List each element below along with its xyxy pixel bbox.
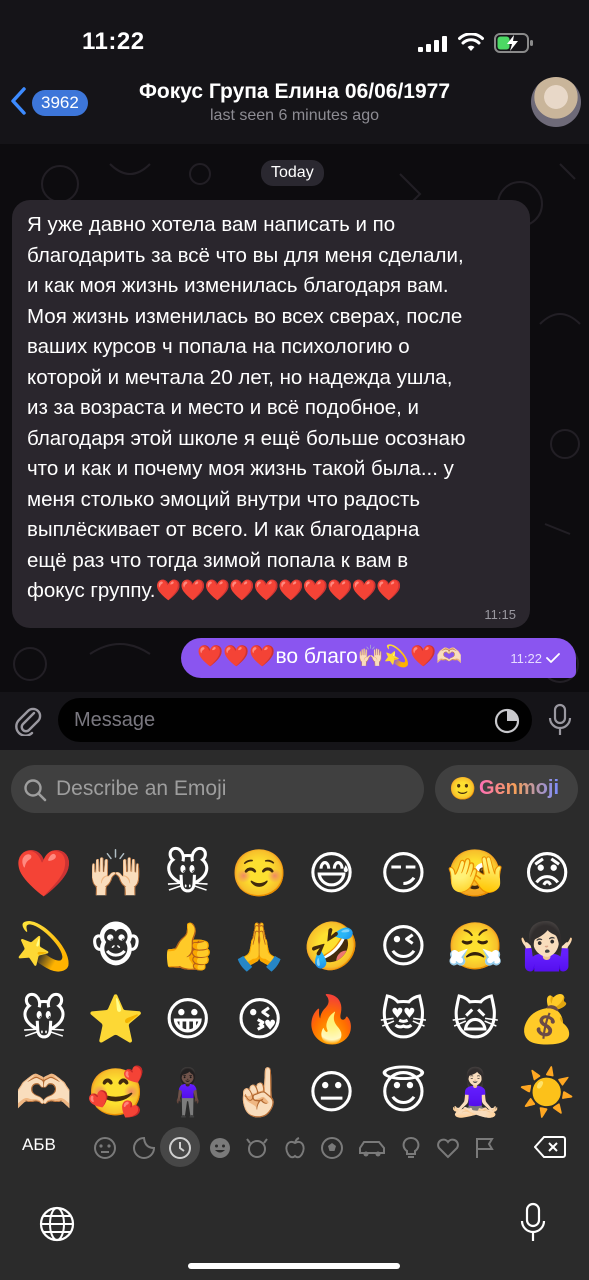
emoji-key[interactable]: 😅: [296, 836, 368, 909]
home-indicator[interactable]: [188, 1263, 400, 1269]
chat-title[interactable]: Фокус Група Елина 06/06/1977: [0, 80, 589, 104]
incoming-timestamp: 11:15: [484, 607, 516, 622]
emoji-grid: ❤️ 🙌🏻 🐭 ☺️ 😅 😏 🫣 😟 💫 🐵 👍 🙏 🤣 😉 😤 🤷🏻‍♀️ 🐭…: [8, 836, 583, 1128]
emoji-key[interactable]: 🥰: [80, 1055, 152, 1128]
outgoing-timestamp: 11:22: [510, 651, 542, 666]
emoji-row: 💫 🐵 👍 🙏 🤣 😉 😤 🤷🏻‍♀️: [8, 909, 583, 982]
paperclip-icon[interactable]: [14, 704, 42, 736]
objects-category-icon[interactable]: [398, 1135, 424, 1161]
sticker-category-icon[interactable]: [131, 1135, 157, 1161]
emoji-key[interactable]: 🤷🏻‍♀️: [511, 909, 583, 982]
emoji-key[interactable]: 🐭: [8, 982, 80, 1055]
emoji-key[interactable]: 🫶🏻: [8, 1055, 80, 1128]
food-category-icon[interactable]: [282, 1135, 308, 1161]
genmoji-icon: 🙂: [449, 776, 477, 801]
emoji-key[interactable]: ☺️: [224, 836, 296, 909]
emoji-key[interactable]: 💫: [8, 909, 80, 982]
emoji-key[interactable]: 🫣: [439, 836, 511, 909]
emoji-key[interactable]: 🐵: [80, 909, 152, 982]
emoji-key[interactable]: 🙌🏻: [80, 836, 152, 909]
emoji-key[interactable]: 🔥: [296, 982, 368, 1055]
emoji-key[interactable]: 👍: [152, 909, 224, 982]
emoji-key[interactable]: ☀️: [511, 1055, 583, 1128]
emoji-key[interactable]: 😐: [296, 1055, 368, 1128]
dictation-mic-icon[interactable]: [520, 1202, 546, 1244]
animal-category-icon[interactable]: [244, 1135, 270, 1161]
backspace-icon[interactable]: [534, 1135, 566, 1159]
emoji-key[interactable]: 🧘🏻‍♀️: [439, 1055, 511, 1128]
chat-header: 3962 Фокус Група Елина 06/06/1977 last s…: [0, 74, 589, 144]
emoji-search-field[interactable]: Describe an Emoji: [11, 765, 424, 813]
message-input[interactable]: Message: [58, 698, 532, 742]
wifi-icon: [458, 33, 484, 51]
battery-charging-icon: [494, 33, 533, 53]
emoji-key[interactable]: 😟: [511, 836, 583, 909]
outgoing-message[interactable]: ❤️❤️❤️во благо🙌🏻💫❤️🫶🏻 11:22: [181, 638, 576, 678]
emoji-row: 🫶🏻 🥰 🧍🏿‍♀️ ☝🏻 😐 😇 🧘🏻‍♀️ ☀️: [8, 1055, 583, 1128]
emoji-key[interactable]: 😻: [367, 982, 439, 1055]
avatar[interactable]: [531, 77, 581, 127]
emoji-key[interactable]: 🤣: [296, 909, 368, 982]
emoji-category-bar: АБВ: [0, 1127, 589, 1167]
emoji-key[interactable]: 😏: [367, 836, 439, 909]
emoji-row: 🐭 ⭐ 😀 😘 🔥 😻 🙀 💰: [8, 982, 583, 1055]
incoming-hearts: ❤️❤️❤️❤️❤️❤️❤️❤️❤️❤️: [155, 579, 401, 602]
microphone-icon[interactable]: [548, 703, 572, 737]
genmoji-button[interactable]: 🙂 Genmoji: [435, 765, 578, 813]
search-icon: [24, 779, 47, 802]
emoji-keyboard: Describe an Emoji 🙂 Genmoji ❤️ 🙌🏻 🐭 ☺️ 😅…: [0, 750, 589, 1280]
chat-status: last seen 6 minutes ago: [210, 107, 379, 124]
emoji-key[interactable]: 🐭: [152, 836, 224, 909]
message-placeholder: Message: [74, 709, 156, 731]
emoji-key[interactable]: 🙏: [224, 909, 296, 982]
incoming-message-text: Я уже давно хотела вам написать и по бла…: [27, 213, 466, 602]
emoji-key[interactable]: 😤: [439, 909, 511, 982]
smiley-category-icon[interactable]: [207, 1135, 233, 1161]
emoji-row: ❤️ 🙌🏻 🐭 ☺️ 😅 😏 🫣 😟: [8, 836, 583, 909]
message-list[interactable]: Today Я уже давно хотела вам написать и …: [0, 144, 589, 692]
emoji-key[interactable]: 😇: [367, 1055, 439, 1128]
emoji-key[interactable]: 😉: [367, 909, 439, 982]
travel-category-icon[interactable]: [357, 1135, 387, 1161]
incoming-message-body: Я уже давно хотела вам написать и по бла…: [27, 210, 516, 607]
activity-category-icon[interactable]: [319, 1135, 345, 1161]
genmoji-label: Genmoji: [479, 777, 560, 799]
emoji-key[interactable]: ☝🏻: [224, 1055, 296, 1128]
emoji-key[interactable]: ❤️: [8, 836, 80, 909]
recent-clock-icon[interactable]: [167, 1135, 193, 1161]
abc-key[interactable]: АБВ: [22, 1135, 56, 1155]
emoji-search-placeholder: Describe an Emoji: [56, 777, 227, 800]
emoji-key[interactable]: 😀: [152, 982, 224, 1055]
composer-bar: Message: [0, 692, 589, 750]
globe-icon[interactable]: [38, 1205, 76, 1243]
emoji-key[interactable]: 💰: [511, 982, 583, 1055]
status-time: 11:22: [82, 28, 145, 55]
memoji-icon[interactable]: [92, 1135, 118, 1161]
cellular-signal-icon: [418, 36, 447, 52]
emoji-key[interactable]: ⭐: [80, 982, 152, 1055]
emoji-key[interactable]: 😘: [224, 982, 296, 1055]
status-bar: 11:22: [0, 0, 589, 74]
sticker-icon[interactable]: [494, 708, 520, 734]
outgoing-message-text: ❤️❤️❤️во благо🙌🏻💫❤️🫶🏻: [197, 645, 463, 668]
read-check-icon: [546, 653, 560, 663]
date-separator: Today: [261, 160, 324, 186]
incoming-message[interactable]: Я уже давно хотела вам написать и по бла…: [12, 200, 530, 628]
symbols-heart-icon[interactable]: [435, 1135, 461, 1161]
emoji-key[interactable]: 🙀: [439, 982, 511, 1055]
emoji-key[interactable]: 🧍🏿‍♀️: [152, 1055, 224, 1128]
flags-category-icon[interactable]: [472, 1135, 498, 1161]
